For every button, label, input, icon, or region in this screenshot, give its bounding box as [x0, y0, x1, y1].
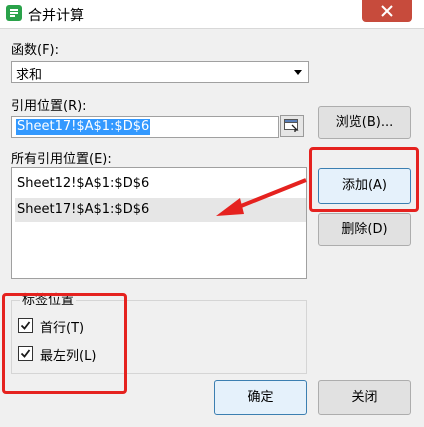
- close-button[interactable]: 关闭: [318, 380, 411, 415]
- dropdown-arrow-icon: [294, 70, 302, 75]
- function-label: 函数(F):: [11, 43, 60, 58]
- list-item[interactable]: Sheet12!$A$1:$D$6: [15, 172, 149, 196]
- delete-button[interactable]: 删除(D): [318, 213, 411, 246]
- browse-button[interactable]: 浏览(B)...: [318, 106, 411, 139]
- reference-input[interactable]: Sheet17!$A$1:$D$6: [11, 116, 279, 138]
- spreadsheet-app-icon: [6, 5, 22, 21]
- reference-label: 引用位置(R):: [11, 99, 87, 114]
- window-close-button[interactable]: [362, 0, 412, 22]
- function-selected-value: 求和: [16, 68, 43, 83]
- title-bar: 合并计算: [0, 0, 424, 29]
- ok-button[interactable]: 确定: [214, 380, 307, 415]
- close-icon: [381, 5, 393, 17]
- label-position-highlight: [2, 293, 127, 394]
- add-button-highlight: [309, 147, 419, 212]
- function-select[interactable]: 求和: [11, 61, 309, 83]
- annotation-arrow-icon: [216, 178, 307, 216]
- reference-input-value: Sheet17!$A$1:$D$6: [16, 119, 151, 135]
- all-references-label: 所有引用位置(E):: [11, 152, 112, 167]
- window-title: 合并计算: [28, 8, 84, 24]
- range-select-icon: [284, 119, 299, 132]
- collapse-dialog-button[interactable]: [280, 115, 304, 137]
